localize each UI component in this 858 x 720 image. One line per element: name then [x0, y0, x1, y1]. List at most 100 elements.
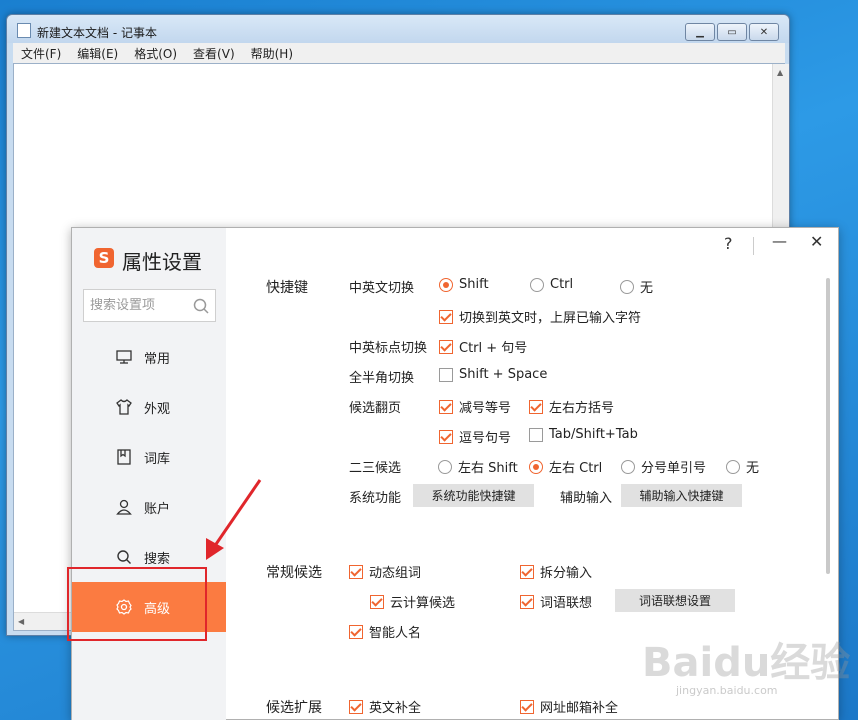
radio-none-2[interactable]: 无 — [726, 457, 759, 476]
radio-label: 分号单引号 — [641, 461, 707, 476]
magnifier-icon — [117, 550, 131, 564]
sogou-logo-icon: S — [94, 248, 114, 268]
scroll-left-icon[interactable]: ◀ — [18, 617, 24, 626]
checkbox-label: 词语联想 — [540, 596, 593, 611]
checkbox-icon — [439, 429, 453, 444]
checkbox-icon — [439, 309, 453, 324]
checkbox-icon — [439, 367, 453, 382]
radio-icon — [438, 459, 452, 474]
label-second-third: 二三候选 — [349, 461, 402, 476]
user-icon — [116, 499, 132, 515]
label-cn-en-switch: 中英文切换 — [349, 281, 415, 296]
checkbox-icon — [520, 564, 534, 579]
checkbox-label: Tab/Shift+Tab — [549, 427, 638, 442]
checkbox-label: 切换到英文时，上屏已输入字符 — [459, 311, 642, 326]
notepad-title-bar[interactable]: 新建文本文档 - 记事本 ▁ ▭ ✕ — [7, 15, 789, 43]
monitor-icon — [116, 350, 132, 364]
radio-label: 左右 Shift — [458, 461, 518, 476]
notepad-menubar: 文件(F) 编辑(E) 格式(O) 查看(V) 帮助(H) — [13, 43, 785, 63]
checkbox-cloud[interactable]: 云计算候选 — [370, 592, 455, 611]
checkbox-url-email[interactable]: 网址邮箱补全 — [520, 697, 618, 716]
nav-item-appearance[interactable]: 外观 — [72, 382, 226, 432]
checkbox-comma-period[interactable]: 逗号句号 — [439, 427, 511, 446]
radio-icon — [439, 277, 453, 292]
menu-view[interactable]: 查看(V) — [185, 45, 243, 62]
nav-label: 常用 — [144, 351, 171, 367]
checkbox-ctrl-period[interactable]: Ctrl + 句号 — [439, 337, 527, 356]
checkbox-association[interactable]: 词语联想 — [520, 592, 592, 611]
association-settings-button[interactable]: 词语联想设置 — [615, 589, 735, 612]
section-extend: 候选扩展 — [266, 700, 322, 716]
radio-icon — [726, 459, 740, 474]
assist-shortcut-button[interactable]: 辅助输入快捷键 — [621, 484, 742, 507]
dialog-close-icon[interactable]: ✕ — [810, 232, 823, 251]
label-system: 系统功能 — [349, 491, 402, 506]
close-icon: ✕ — [759, 26, 769, 38]
radio-semicolon-quote[interactable]: 分号单引号 — [621, 457, 706, 476]
minimize-button[interactable]: ▁ — [685, 23, 715, 41]
checkbox-english-complete[interactable]: 英文补全 — [349, 697, 421, 716]
search-input[interactable] — [90, 298, 190, 313]
nav-label: 词库 — [144, 451, 171, 467]
maximize-button[interactable]: ▭ — [717, 23, 747, 41]
checkbox-icon — [520, 699, 534, 714]
label-punct-switch: 中英标点切换 — [349, 341, 428, 356]
checkbox-tab[interactable]: Tab/Shift+Tab — [529, 427, 638, 442]
search-icon[interactable] — [192, 297, 210, 315]
menu-help[interactable]: 帮助(H) — [243, 45, 301, 62]
watermark-logo: Baidu经验 — [642, 640, 851, 686]
nav-label: 外观 — [144, 401, 171, 417]
checkbox-label: 拆分输入 — [540, 566, 593, 581]
search-box[interactable] — [83, 289, 216, 322]
system-shortcut-button[interactable]: 系统功能快捷键 — [413, 484, 534, 507]
radio-label: 无 — [640, 281, 654, 296]
checkbox-label: 左右方括号 — [549, 401, 615, 416]
label-page-turn: 候选翻页 — [349, 401, 402, 416]
checkbox-dynamic-words[interactable]: 动态组词 — [349, 562, 421, 581]
radio-left-right-ctrl[interactable]: 左右 Ctrl — [529, 457, 602, 476]
checkbox-label: 网址邮箱补全 — [540, 701, 619, 716]
section-candidates: 常规候选 — [266, 565, 322, 581]
menu-format[interactable]: 格式(O) — [126, 45, 185, 62]
radio-icon — [530, 277, 544, 292]
annotation-highlight-box — [67, 567, 207, 641]
checkbox-label: 云计算候选 — [390, 596, 456, 611]
checkbox-icon — [370, 594, 384, 609]
checkbox-split-input[interactable]: 拆分输入 — [520, 562, 592, 581]
notepad-icon — [17, 23, 31, 38]
radio-icon — [620, 279, 634, 294]
menu-file[interactable]: 文件(F) — [13, 45, 69, 62]
nav-label: 账户 — [144, 501, 171, 517]
nav-item-common[interactable]: 常用 — [72, 332, 226, 382]
radio-icon — [621, 459, 635, 474]
radio-none[interactable]: 无 — [620, 277, 653, 296]
notepad-title: 新建文本文档 - 记事本 — [37, 26, 157, 40]
checkbox-icon — [529, 427, 543, 442]
scroll-up-icon[interactable]: ▲ — [777, 68, 783, 77]
checkbox-icon — [439, 339, 453, 354]
checkbox-minus-equal[interactable]: 减号等号 — [439, 397, 511, 416]
dialog-minimize-icon[interactable]: — — [772, 232, 787, 250]
checkbox-switch-upload[interactable]: 切换到英文时，上屏已输入字符 — [439, 307, 641, 326]
radio-label: 无 — [746, 461, 760, 476]
radio-ctrl[interactable]: Ctrl — [530, 277, 573, 292]
checkbox-label: Shift + Space — [459, 367, 548, 382]
radio-left-right-shift[interactable]: 左右 Shift — [438, 457, 518, 476]
section-shortcut: 快捷键 — [266, 280, 308, 296]
radio-shift[interactable]: Shift — [439, 277, 489, 292]
close-button[interactable]: ✕ — [749, 23, 779, 41]
checkbox-icon — [349, 624, 363, 639]
checkbox-brackets[interactable]: 左右方括号 — [529, 397, 614, 416]
checkbox-icon — [349, 564, 363, 579]
checkbox-label: 英文补全 — [369, 701, 422, 716]
settings-scrollbar[interactable] — [826, 278, 830, 574]
nav-label: 搜索 — [144, 551, 171, 567]
maximize-icon: ▭ — [727, 26, 737, 38]
minimize-icon: ▁ — [696, 26, 704, 38]
menu-edit[interactable]: 编辑(E) — [69, 45, 126, 62]
checkbox-label: 动态组词 — [369, 566, 422, 581]
checkbox-smart-names[interactable]: 智能人名 — [349, 622, 421, 641]
checkbox-label: 减号等号 — [459, 401, 512, 416]
help-button[interactable]: ? — [724, 234, 733, 253]
checkbox-shift-space[interactable]: Shift + Space — [439, 367, 547, 382]
